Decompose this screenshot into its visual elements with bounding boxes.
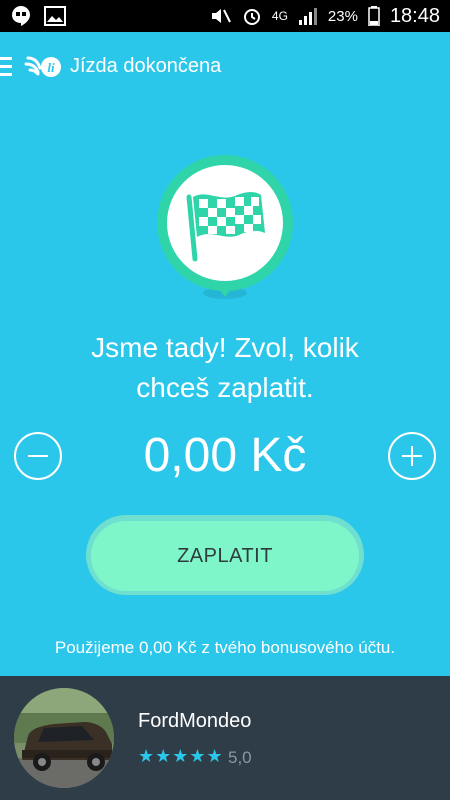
- status-bar: 4G 23% 18:48: [0, 0, 450, 32]
- rating-value: 5,0: [228, 748, 252, 767]
- status-left-icons: [10, 5, 66, 27]
- car-photo: [14, 688, 114, 788]
- clock: 18:48: [389, 4, 440, 27]
- pay-button-container: ZAPLATIT: [86, 515, 364, 595]
- hangouts-icon: [12, 6, 30, 26]
- finish-flag-badge: [157, 155, 293, 299]
- increase-amount-button[interactable]: [388, 432, 436, 480]
- car-model: FordMondeo: [138, 710, 252, 732]
- amount-value: 0,00 Kč: [143, 429, 307, 482]
- bonus-note: Použijeme 0,00 Kč z tvého bonusového účt…: [54, 638, 396, 657]
- prompt-line-1: Jsme tady! Zvol, kolik: [91, 332, 359, 363]
- status-right-icons: 4G 23% 18:48: [210, 0, 440, 32]
- network-type: 4G: [271, 8, 288, 23]
- prompt-line-2: chceš zaplatit.: [136, 372, 314, 403]
- pay-button[interactable]: ZAPLATIT: [91, 521, 359, 591]
- app-bar: li Jízda dokončena: [0, 32, 450, 102]
- driver-info-bar[interactable]: FordMondeo ★★★★★ 5,0: [0, 676, 450, 800]
- svg-text:li: li: [47, 60, 55, 75]
- mute-icon: [211, 9, 231, 23]
- battery-percent: 23%: [327, 7, 358, 25]
- payment-prompt: Jsme tady! Zvol, kolik chceš zaplatit.: [0, 328, 450, 408]
- menu-icon[interactable]: [0, 57, 12, 77]
- star-rating-icon: ★★★★★: [138, 746, 224, 766]
- signal-icon: [298, 8, 317, 25]
- alarm-icon: [243, 9, 260, 25]
- page-title: Jízda dokončena: [70, 55, 222, 77]
- app-logo-icon: li: [24, 56, 61, 77]
- image-icon: [44, 6, 66, 26]
- battery-icon: [368, 6, 380, 26]
